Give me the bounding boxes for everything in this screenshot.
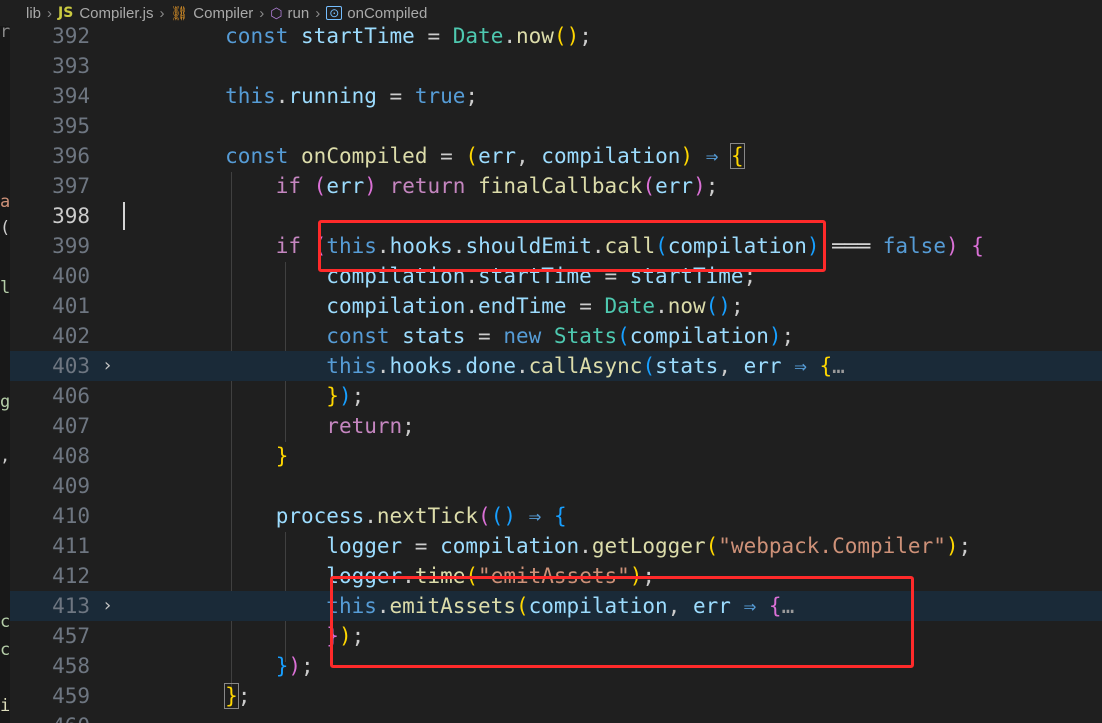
- line-number: 457: [52, 624, 90, 648]
- line-number: 411: [52, 534, 90, 558]
- breadcrumb-file[interactable]: JS Compiler.js: [58, 5, 153, 22]
- line-number: 402: [52, 324, 90, 348]
- line-number: 398: [52, 204, 90, 228]
- line-number: 408: [52, 444, 90, 468]
- breadcrumb-class[interactable]: ⛓ Compiler: [171, 5, 254, 22]
- line-code[interactable]: };: [124, 681, 250, 711]
- line-code[interactable]: const onCompiled = (err, compilation) ⇒ …: [124, 141, 745, 171]
- line-number: 400: [52, 264, 90, 288]
- line-number: 399: [52, 234, 90, 258]
- line-number: 412: [52, 564, 90, 588]
- line-number: 459: [52, 684, 90, 708]
- code-line[interactable]: 407 return;: [10, 411, 1102, 441]
- line-code[interactable]: return;: [124, 411, 415, 441]
- chevron-right-icon[interactable]: ›: [102, 351, 113, 381]
- text-cursor: [123, 202, 125, 230]
- code-line[interactable]: 395: [10, 111, 1102, 141]
- line-code[interactable]: });: [124, 381, 364, 411]
- breadcrumb-method-label: run: [287, 4, 310, 22]
- code-line[interactable]: 392 const startTime = Date.now();: [10, 26, 1102, 51]
- breadcrumb-class-label: Compiler: [193, 4, 254, 22]
- line-code[interactable]: process.nextTick(() ⇒ {: [124, 501, 567, 531]
- line-number: 401: [52, 294, 90, 318]
- code-line[interactable]: 409: [10, 471, 1102, 501]
- code-line[interactable]: 411 logger = compilation.getLogger("webp…: [10, 531, 1102, 561]
- chevron-right-icon[interactable]: ›: [102, 591, 113, 621]
- line-number: 397: [52, 174, 90, 198]
- chevron-right-icon: ›: [159, 4, 165, 22]
- class-symbol-icon: ⛓: [170, 4, 189, 21]
- variable-symbol-icon: ⊙: [326, 6, 343, 20]
- code-line[interactable]: 394 this.running = true;: [10, 81, 1102, 111]
- code-line[interactable]: 397 if (err) return finalCallback(err);: [10, 171, 1102, 201]
- line-number: 403: [52, 354, 90, 378]
- code-line[interactable]: 393: [10, 51, 1102, 81]
- line-number: 395: [52, 114, 90, 138]
- chevron-right-icon: ›: [47, 4, 53, 22]
- line-number: 410: [52, 504, 90, 528]
- code-line[interactable]: 459 };: [10, 681, 1102, 711]
- line-code[interactable]: const startTime = Date.now();: [124, 26, 592, 51]
- cropped-side-panel: r a ( l g , c c i: [0, 22, 10, 723]
- line-number: 406: [52, 384, 90, 408]
- line-code[interactable]: });: [124, 651, 314, 681]
- javascript-file-icon: JS: [58, 5, 74, 21]
- code-line[interactable]: 401 compilation.endTime = Date.now();: [10, 291, 1102, 321]
- line-number: 409: [52, 474, 90, 498]
- line-code[interactable]: if (err) return finalCallback(err);: [124, 171, 719, 201]
- breadcrumb-file-label: Compiler.js: [79, 4, 154, 22]
- line-number: 396: [52, 144, 90, 168]
- chevron-right-icon: ›: [259, 4, 265, 22]
- code-line[interactable]: 396 const onCompiled = (err, compilation…: [10, 141, 1102, 171]
- line-number: 393: [52, 54, 90, 78]
- line-number: 458: [52, 654, 90, 678]
- line-number: 460: [10, 711, 90, 723]
- line-number: 392: [52, 26, 90, 48]
- code-line-folded[interactable]: 403 › this.hooks.done.callAsync(stats, e…: [10, 351, 1102, 381]
- line-code[interactable]: this.running = true;: [124, 81, 478, 111]
- breadcrumb-symbol[interactable]: ⊙ onCompiled: [326, 5, 427, 22]
- line-number: 407: [52, 414, 90, 438]
- breadcrumb-folder-label: lib: [26, 4, 42, 22]
- breadcrumb-folder[interactable]: lib: [26, 5, 41, 22]
- code-line[interactable]: 408 }: [10, 441, 1102, 471]
- method-cube-icon: ⬡: [270, 4, 283, 21]
- code-editor[interactable]: 392 const startTime = Date.now(); 393 39…: [10, 26, 1102, 723]
- line-code[interactable]: const stats = new Stats(compilation);: [124, 321, 794, 351]
- breadcrumb-method[interactable]: ⬡ run: [270, 5, 309, 22]
- annotation-box-emit-assets: [330, 576, 914, 668]
- line-code[interactable]: logger = compilation.getLogger("webpack.…: [124, 531, 971, 561]
- line-code[interactable]: });: [124, 621, 364, 651]
- line-code[interactable]: compilation.endTime = Date.now();: [124, 291, 743, 321]
- code-line[interactable]: 460: [10, 711, 1102, 723]
- line-number: 394: [52, 84, 90, 108]
- line-number: 413: [52, 594, 90, 618]
- line-code[interactable]: this.hooks.done.callAsync(stats, err ⇒ {…: [124, 351, 845, 381]
- code-line[interactable]: 406 });: [10, 381, 1102, 411]
- annotation-box-should-emit: [318, 220, 826, 272]
- breadcrumb-symbol-label: onCompiled: [347, 4, 428, 22]
- code-line[interactable]: 402 const stats = new Stats(compilation)…: [10, 321, 1102, 351]
- code-line[interactable]: 410 process.nextTick(() ⇒ {: [10, 501, 1102, 531]
- chevron-right-icon: ›: [315, 4, 321, 22]
- breadcrumb: lib › JS Compiler.js › ⛓ Compiler › ⬡ ru…: [0, 0, 1102, 26]
- line-code[interactable]: }: [124, 441, 289, 471]
